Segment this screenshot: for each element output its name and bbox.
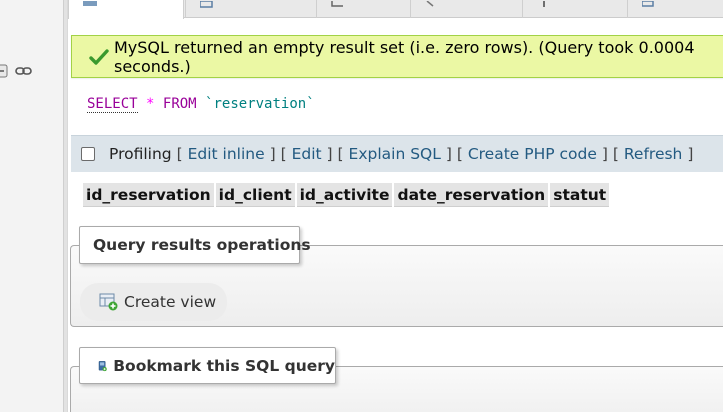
link-icon[interactable] [12,63,32,79]
refresh-link[interactable]: Refresh [624,145,683,163]
edit-link[interactable]: Edit [292,145,322,163]
column-header-id-reservation[interactable]: id_reservation [83,183,214,207]
sql-keyword-from: FROM [162,96,197,112]
search-icon [426,1,434,7]
explain-sql-link[interactable]: Explain SQL [349,145,441,163]
sql-query: SELECT * FROM `reservation` [87,96,315,113]
bracket-close: ] [687,145,694,163]
phpmyadmin-window: MySQL returned an empty result set (i.e.… [0,0,723,412]
structure-icon [200,1,213,8]
success-message-text: MySQL returned an empty result set (i.e.… [114,37,695,76]
tab-browse[interactable] [68,0,184,19]
profiling-label: Profiling [109,145,172,163]
query-tools-bar: Profiling [ Edit inline ] [ Edit ] [ Exp… [71,135,723,172]
collapse-icon[interactable] [0,63,8,79]
browse-icon [83,1,97,6]
create-view-button[interactable]: Create view [80,283,227,321]
export-icon [642,1,654,7]
create-view-icon [99,293,118,311]
bracket-open: [ [337,145,344,163]
create-php-code-link[interactable]: Create PHP code [468,145,597,163]
navigation-panel [0,0,63,412]
bookmark-title: Bookmark this SQL query [79,347,336,384]
column-header-id-activite[interactable]: id_activite [296,183,393,207]
sql-keyword-select[interactable]: SELECT [87,96,138,113]
tab-strip [68,0,723,19]
bracket-open: [ [612,145,619,163]
bracket-close: ] [269,145,276,163]
column-header-id-client[interactable]: id_client [215,183,295,207]
bracket-open: [ [456,145,463,163]
column-header-statut[interactable]: statut [550,183,610,207]
tab-export[interactable] [627,0,723,18]
tab-search[interactable] [410,0,522,18]
bracket-open: [ [280,145,287,163]
success-message: MySQL returned an empty result set (i.e.… [71,35,723,78]
bookmark-icon [98,360,107,371]
bracket-open: [ [176,145,183,163]
query-results-operations-title: Query results operations [79,226,311,264]
bracket-close: ] [326,145,333,163]
profiling-checkbox[interactable] [81,147,95,161]
sql-icon [331,1,343,7]
tab-insert[interactable] [522,0,627,18]
bracket-close: ] [601,145,608,163]
create-view-label: Create view [124,293,217,311]
sql-table-name: `reservation` [205,96,315,112]
results-header-row: id_reservation id_client id_activite dat… [83,183,610,207]
results-table: id_reservation id_client id_activite dat… [81,183,611,207]
panel-resizer[interactable] [63,0,68,412]
sql-operator-star: * [146,96,155,112]
tab-sql[interactable] [316,0,410,18]
tab-structure[interactable] [185,0,316,18]
bracket-close: ] [445,145,452,163]
success-check-icon [89,48,109,65]
bookmark-title-label: Bookmark this SQL query [113,356,335,375]
edit-inline-link[interactable]: Edit inline [188,145,265,163]
column-header-date-reservation[interactable]: date_reservation [394,183,549,207]
insert-icon [543,1,545,7]
